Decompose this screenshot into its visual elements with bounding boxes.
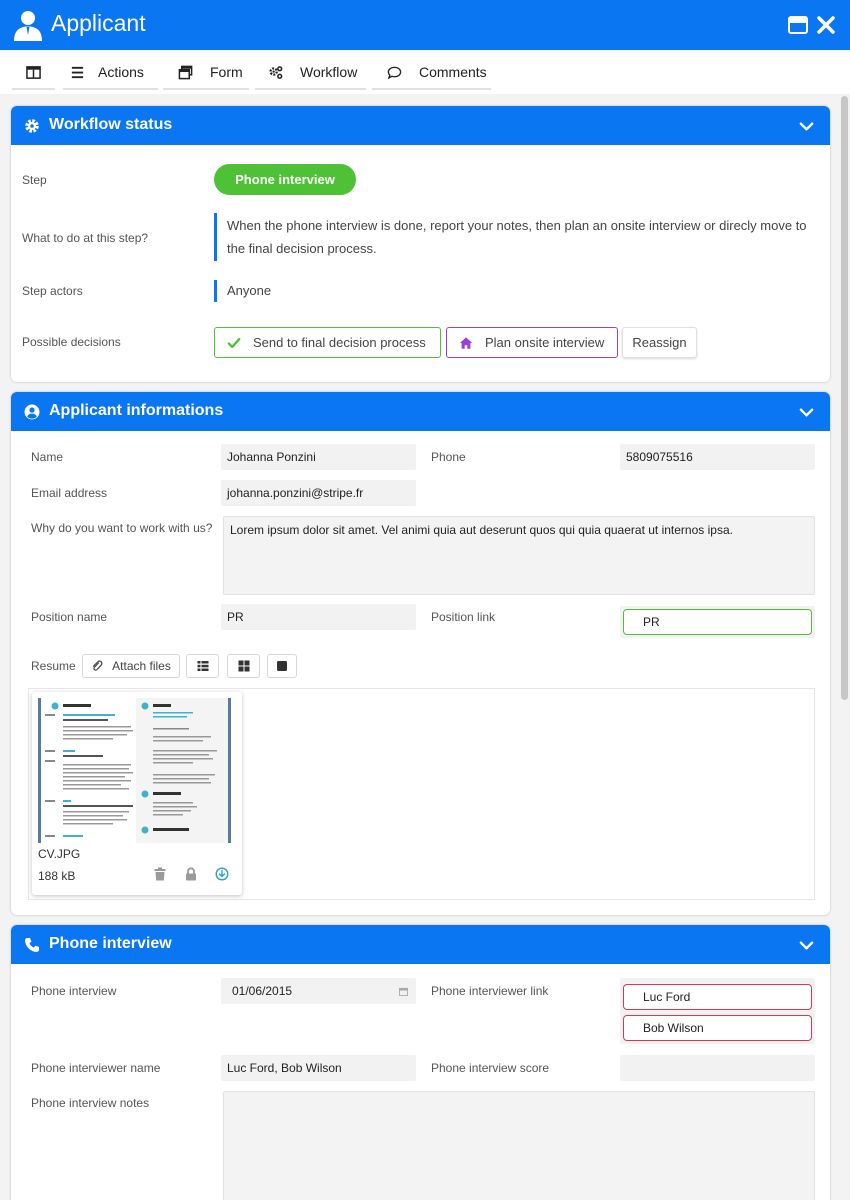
applicant-informations-header[interactable]: Applicant informations xyxy=(11,392,830,431)
resume-thumbnail[interactable] xyxy=(38,698,231,843)
name-label: Name xyxy=(31,450,64,464)
user-circle-icon xyxy=(24,404,40,420)
user-icon xyxy=(14,11,42,41)
actions-button[interactable]: Actions xyxy=(63,56,158,90)
form-button[interactable]: Form xyxy=(163,56,249,90)
resume-label: Resume xyxy=(31,659,76,673)
window-restore-icon xyxy=(178,65,193,79)
email-label: Email address xyxy=(31,486,108,500)
square-icon xyxy=(277,661,287,671)
step-badge: Phone interview xyxy=(214,164,356,195)
list-icon xyxy=(197,661,208,671)
large-view-button[interactable] xyxy=(267,654,297,678)
actors-label: Step actors xyxy=(22,284,83,298)
send-to-final-decision-label: Send to final decision process xyxy=(253,335,426,350)
position-link-value[interactable]: PR xyxy=(623,609,812,635)
lock-icon[interactable] xyxy=(184,867,198,881)
maximize-icon[interactable] xyxy=(788,15,808,35)
todo-text: When the phone interview is done, report… xyxy=(227,218,807,256)
list-view-button[interactable] xyxy=(186,654,219,678)
file-size: 188 kB xyxy=(38,869,76,883)
decisions-label: Possible decisions xyxy=(22,335,121,349)
email-field[interactable]: johanna.ponzini@stripe.fr xyxy=(221,480,416,506)
phone-interview-score-field[interactable] xyxy=(620,1055,815,1081)
phone-interview-date-value: 01/06/2015 xyxy=(232,984,293,998)
phone-interviewer-name-field[interactable]: Luc Ford, Bob Wilson xyxy=(221,1055,416,1081)
applicant-informations-title: Applicant informations xyxy=(49,402,224,419)
menu-icon xyxy=(71,66,84,78)
gear-icon xyxy=(25,119,39,133)
why-label: Why do you want to work with us? xyxy=(31,521,213,535)
position-name-field[interactable]: PR xyxy=(221,604,416,630)
send-to-final-decision-button[interactable]: Send to final decision process xyxy=(214,327,441,358)
todo-label: What to do at this step? xyxy=(22,231,149,245)
why-text: Lorem ipsum dolor sit amet. Vel animi qu… xyxy=(230,523,733,537)
workflow-status-header[interactable]: Workflow status xyxy=(11,106,830,145)
workflow-status-panel: Workflow status Step Phone interview Wha… xyxy=(11,106,830,382)
phone-interview-date-label: Phone interview xyxy=(31,984,117,998)
calendar-icon[interactable] xyxy=(399,987,408,996)
download-icon[interactable] xyxy=(215,867,229,881)
phone-interview-notes-label: Phone interview notes xyxy=(31,1096,150,1110)
todo-accent-bar xyxy=(214,213,217,261)
actors-accent-bar xyxy=(214,280,217,302)
scrollbar-thumb[interactable] xyxy=(841,96,848,700)
chevron-down-icon[interactable] xyxy=(799,405,814,420)
form-label: Form xyxy=(210,64,243,80)
position-link-label: Position link xyxy=(431,610,496,624)
close-icon[interactable] xyxy=(816,15,836,35)
workflow-button[interactable]: Workflow xyxy=(255,56,366,90)
toolbar: Actions Form Workflow Comments xyxy=(0,50,850,94)
plan-onsite-interview-label: Plan onsite interview xyxy=(485,335,605,350)
comments-button[interactable]: Comments xyxy=(372,56,491,90)
reassign-label: Reassign xyxy=(632,335,687,350)
file-name: CV.JPG xyxy=(38,847,81,861)
title-bar: Applicant xyxy=(0,0,850,50)
reassign-button[interactable]: Reassign xyxy=(622,327,697,358)
phone-field[interactable]: 5809075516 xyxy=(620,444,815,470)
phone-interviewer-name-label: Phone interviewer name xyxy=(31,1061,161,1075)
comment-icon xyxy=(387,66,402,79)
check-icon xyxy=(227,337,241,348)
window-title: Applicant xyxy=(51,10,146,36)
phone-interview-score-label: Phone interview score xyxy=(431,1061,550,1075)
phone-interviewer-link-label: Phone interviewer link xyxy=(431,984,549,998)
trash-icon[interactable] xyxy=(153,867,167,881)
layout-toggle-button[interactable] xyxy=(12,56,55,90)
step-label: Step xyxy=(22,173,47,187)
attachment-card[interactable]: CV.JPG 188 kB xyxy=(32,692,242,895)
home-icon xyxy=(459,336,473,349)
phone-interview-notes-textarea[interactable] xyxy=(223,1091,815,1200)
phone-label: Phone xyxy=(431,450,466,464)
interviewer-chip-bob-wilson[interactable]: Bob Wilson xyxy=(623,1015,812,1041)
chevron-down-icon[interactable] xyxy=(799,119,814,134)
attach-files-label: Attach files xyxy=(112,659,171,673)
phone-icon xyxy=(25,938,39,952)
grid-icon xyxy=(238,660,249,672)
paperclip-icon xyxy=(93,660,103,671)
workflow-status-title: Workflow status xyxy=(49,116,173,133)
actions-label: Actions xyxy=(98,64,144,80)
why-textarea[interactable]: Lorem ipsum dolor sit amet. Vel animi qu… xyxy=(223,516,815,595)
plan-onsite-interview-button[interactable]: Plan onsite interview xyxy=(446,327,618,358)
interviewer-chip-luc-ford[interactable]: Luc Ford xyxy=(623,984,812,1010)
phone-interview-title: Phone interview xyxy=(49,935,172,952)
actors-value: Anyone xyxy=(227,283,272,298)
attach-files-button[interactable]: Attach files xyxy=(82,654,180,678)
applicant-informations-panel: Applicant informations Name Johanna Ponz… xyxy=(11,392,830,915)
position-name-label: Position name xyxy=(31,610,108,624)
grid-view-button[interactable] xyxy=(227,654,260,678)
comments-label: Comments xyxy=(419,64,487,80)
name-field[interactable]: Johanna Ponzini xyxy=(221,444,416,470)
workflow-label: Workflow xyxy=(300,64,358,80)
phone-interview-date-field[interactable]: 01/06/2015 xyxy=(221,978,416,1004)
cogs-icon xyxy=(269,65,283,79)
phone-interview-panel: Phone interview Phone interview 01/06/20… xyxy=(11,925,830,1200)
chevron-down-icon[interactable] xyxy=(799,938,814,953)
columns-icon xyxy=(26,65,41,79)
resume-preview-image xyxy=(45,698,228,843)
phone-interview-header[interactable]: Phone interview xyxy=(11,925,830,964)
